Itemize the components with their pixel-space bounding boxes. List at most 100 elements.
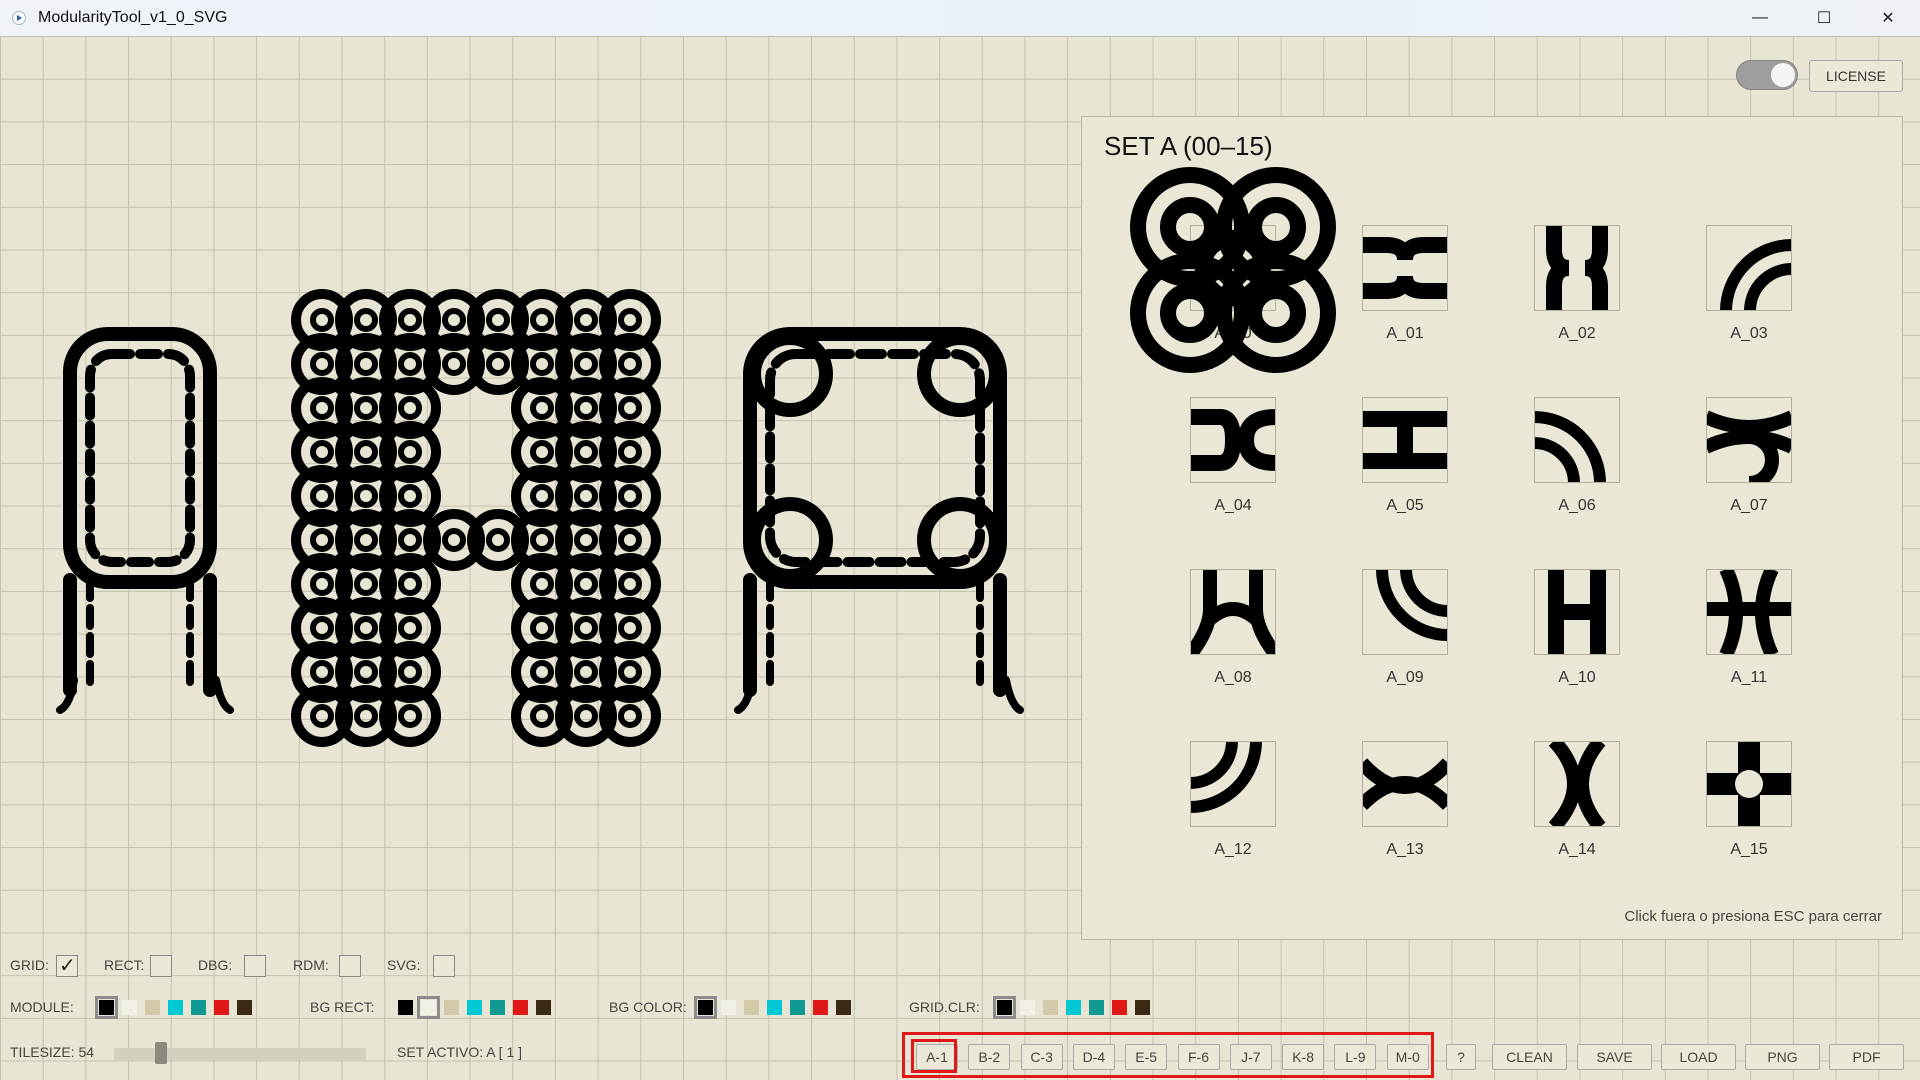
bg-rect-swatch-5[interactable] bbox=[513, 1000, 528, 1015]
active-set-label: SET ACTIVO: A [ 1 ] bbox=[397, 1044, 523, 1060]
tile-a-08[interactable] bbox=[1190, 569, 1276, 655]
bg-rect-swatch-0[interactable] bbox=[398, 1000, 413, 1015]
grid-color-swatch-1[interactable] bbox=[1020, 1000, 1035, 1015]
tile-a-07[interactable] bbox=[1706, 397, 1792, 483]
tile-frame bbox=[1534, 741, 1620, 827]
png-button[interactable]: PNG bbox=[1745, 1044, 1820, 1070]
tile-frame bbox=[1362, 397, 1448, 483]
module-swatch-1[interactable] bbox=[122, 1000, 137, 1015]
maximize-button[interactable]: ☐ bbox=[1792, 0, 1856, 36]
rect-label: RECT: bbox=[104, 957, 145, 973]
bg-color-swatch-6[interactable] bbox=[836, 1000, 851, 1015]
load-button[interactable]: LOAD bbox=[1661, 1044, 1736, 1070]
tile-label: A_14 bbox=[1558, 841, 1596, 858]
bg-rect-swatch-1[interactable] bbox=[417, 996, 440, 1019]
bg-rect-label: BG RECT: bbox=[310, 999, 375, 1015]
save-button[interactable]: SAVE bbox=[1577, 1044, 1652, 1070]
bg-color-swatch-4[interactable] bbox=[790, 1000, 805, 1015]
tile-a-09[interactable] bbox=[1362, 569, 1448, 655]
tile-a-06[interactable] bbox=[1534, 397, 1620, 483]
tile-a-13[interactable] bbox=[1362, 741, 1448, 827]
module-swatch-0[interactable] bbox=[95, 996, 118, 1019]
rect-checkbox[interactable] bbox=[150, 955, 172, 977]
tile-frame bbox=[1534, 397, 1620, 483]
tile-frame bbox=[1362, 225, 1448, 311]
tile-frame bbox=[1362, 569, 1448, 655]
bg-color-swatch-3[interactable] bbox=[767, 1000, 782, 1015]
bg-color-swatch-2[interactable] bbox=[744, 1000, 759, 1015]
tile-a-14[interactable] bbox=[1534, 741, 1620, 827]
help-button[interactable]: ? bbox=[1446, 1044, 1476, 1070]
tile-a-11[interactable] bbox=[1706, 569, 1792, 655]
tile-frame bbox=[1706, 741, 1792, 827]
tile-label: A_15 bbox=[1730, 841, 1768, 858]
tile-frame bbox=[1534, 225, 1620, 311]
tile-a-01[interactable] bbox=[1362, 225, 1448, 311]
bg-rect-swatch-4[interactable] bbox=[490, 1000, 505, 1015]
tile-a-05[interactable] bbox=[1362, 397, 1448, 483]
tile-label: A_04 bbox=[1214, 497, 1252, 514]
rdm-checkbox[interactable] bbox=[339, 955, 361, 977]
minimize-button[interactable]: — bbox=[1728, 0, 1792, 36]
glyph-a-thin bbox=[56, 327, 234, 714]
tile-frame bbox=[1190, 397, 1276, 483]
grid-color-swatch-3[interactable] bbox=[1066, 1000, 1081, 1015]
tile-a-10[interactable] bbox=[1534, 569, 1620, 655]
tile-frame bbox=[1190, 569, 1276, 655]
bg-color-swatch-5[interactable] bbox=[813, 1000, 828, 1015]
tile-a-04[interactable] bbox=[1190, 397, 1276, 483]
bg-color-swatch-1[interactable] bbox=[721, 1000, 736, 1015]
tile-frame bbox=[1706, 569, 1792, 655]
tile-label: A_06 bbox=[1558, 497, 1596, 514]
license-button[interactable]: LICENSE bbox=[1809, 60, 1903, 92]
tile-label: A_11 bbox=[1730, 669, 1768, 686]
app-icon bbox=[12, 11, 26, 25]
grid-checkbox[interactable] bbox=[56, 953, 78, 978]
grid-color-swatch-2[interactable] bbox=[1043, 1000, 1058, 1015]
clean-button[interactable]: CLEAN bbox=[1492, 1044, 1567, 1070]
dbg-checkbox[interactable] bbox=[244, 955, 266, 977]
module-swatch-4[interactable] bbox=[191, 1000, 206, 1015]
rdm-label: RDM: bbox=[293, 957, 329, 973]
tilesize-slider-track[interactable] bbox=[114, 1048, 366, 1060]
theme-toggle[interactable] bbox=[1736, 60, 1798, 90]
tile-set-panel: SET A (00–15) A_00 A_01 A_02 A_03 A_04 A_05 A_… bbox=[1081, 116, 1903, 940]
bg-rect-swatch-6[interactable] bbox=[536, 1000, 551, 1015]
title-bar: ModularityTool_v1_0_SVG — ☐ ✕ bbox=[0, 0, 1920, 37]
tile-a-15[interactable] bbox=[1706, 741, 1792, 827]
module-swatch-3[interactable] bbox=[168, 1000, 183, 1015]
tile-label: A_07 bbox=[1730, 497, 1768, 514]
close-button[interactable]: ✕ bbox=[1856, 0, 1920, 36]
tile-a-02[interactable] bbox=[1534, 225, 1620, 311]
active-set-highlight bbox=[911, 1039, 957, 1073]
set-group-highlight bbox=[902, 1032, 1434, 1078]
grid-label: GRID: bbox=[10, 957, 49, 973]
tile-label: A_10 bbox=[1558, 669, 1596, 686]
module-label: MODULE: bbox=[10, 999, 74, 1015]
tile-label: A_01 bbox=[1386, 325, 1424, 342]
grid-color-swatch-5[interactable] bbox=[1112, 1000, 1127, 1015]
grid-color-swatch-0[interactable] bbox=[993, 996, 1016, 1019]
pdf-button[interactable]: PDF bbox=[1829, 1044, 1904, 1070]
grid-color-swatch-6[interactable] bbox=[1135, 1000, 1150, 1015]
tile-a-03[interactable] bbox=[1706, 225, 1792, 311]
tile-label: A_08 bbox=[1214, 669, 1252, 686]
bg-rect-swatch-2[interactable] bbox=[444, 1000, 459, 1015]
tile-frame bbox=[1706, 225, 1792, 311]
tile-frame bbox=[1362, 741, 1448, 827]
glyph-a-rings bbox=[291, 289, 661, 747]
panel-hint: Click fuera o presiona ESC para cerrar bbox=[1624, 908, 1882, 925]
tile-label: A_03 bbox=[1730, 325, 1768, 342]
tile-frame bbox=[1706, 397, 1792, 483]
svg-checkbox[interactable] bbox=[433, 955, 455, 977]
bg-color-swatch-none[interactable] bbox=[694, 996, 717, 1019]
grid-color-swatch-4[interactable] bbox=[1089, 1000, 1104, 1015]
tile-label: A_12 bbox=[1214, 841, 1252, 858]
module-swatch-5[interactable] bbox=[214, 1000, 229, 1015]
tile-a-12[interactable] bbox=[1190, 741, 1276, 827]
tilesize-slider-thumb[interactable] bbox=[155, 1042, 167, 1064]
module-swatch-2[interactable] bbox=[145, 1000, 160, 1015]
tile-label: A_09 bbox=[1386, 669, 1424, 686]
bg-rect-swatch-3[interactable] bbox=[467, 1000, 482, 1015]
module-swatch-6[interactable] bbox=[237, 1000, 252, 1015]
